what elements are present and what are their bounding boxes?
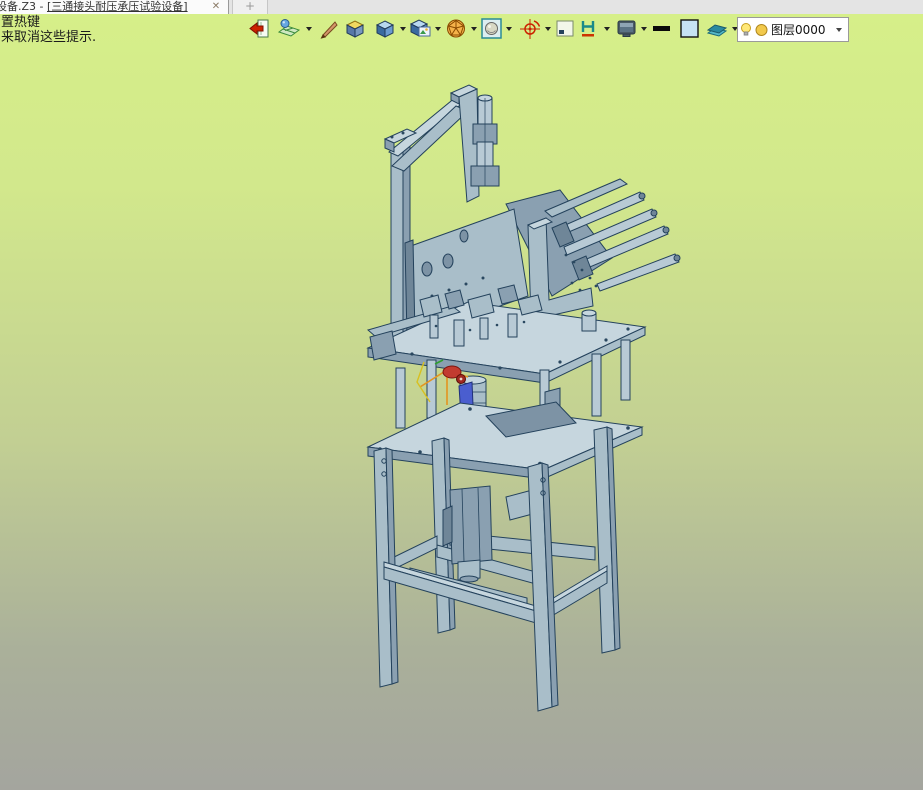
monitor-dropdown[interactable] <box>641 27 647 31</box>
tab-close-icon[interactable]: ✕ <box>209 0 223 14</box>
color-swatch-icon[interactable] <box>678 17 702 41</box>
brush-icon[interactable] <box>318 17 342 41</box>
cube-dropdown[interactable] <box>400 27 406 31</box>
bulb-icon <box>741 22 751 35</box>
document-tab-title: 设备.Z3 - [三通接头耐压承压试验设备] <box>0 0 188 13</box>
textured-cube-icon[interactable] <box>409 17 433 41</box>
render-mode-icon[interactable] <box>277 17 302 41</box>
hint-text: 置热键 来取消这些提示. <box>1 15 97 45</box>
document-tab[interactable]: 设备.Z3 - [三通接头耐压承压试验设备] ✕ <box>0 0 229 14</box>
exit-icon[interactable] <box>248 17 272 41</box>
render-mode-dropdown[interactable] <box>306 27 312 31</box>
line-width-icon[interactable] <box>650 17 674 41</box>
corner-box-icon[interactable] <box>554 17 578 41</box>
monitor-icon[interactable] <box>615 17 639 41</box>
wireframe-sphere-dropdown[interactable] <box>471 27 477 31</box>
cube-icon[interactable] <box>374 17 398 41</box>
layer-name: 图层0000 <box>771 23 826 37</box>
hint-line-1: 置热键 <box>1 15 41 30</box>
layer-color-icon <box>755 23 768 36</box>
layer-selector[interactable]: 图层0000 <box>737 17 849 42</box>
rotate-target-dropdown[interactable] <box>545 27 551 31</box>
textured-cube-dropdown[interactable] <box>435 27 441 31</box>
new-tab-button[interactable]: + <box>232 0 268 14</box>
sphere-preview-dropdown[interactable] <box>506 27 512 31</box>
cad-model[interactable] <box>366 84 681 712</box>
layer-dropdown-icon[interactable] <box>836 27 842 32</box>
layers-icon[interactable] <box>706 17 730 41</box>
sphere-preview-icon[interactable] <box>480 17 504 41</box>
shaded-box-icon[interactable] <box>344 17 368 41</box>
text-height-dropdown[interactable] <box>604 27 610 31</box>
viewport-3d[interactable]: 置热键 来取消这些提示. 图层0000 <box>0 14 923 790</box>
hint-line-2: 来取消这些提示. <box>1 29 97 45</box>
wireframe-sphere-icon[interactable] <box>445 17 469 41</box>
rotate-target-icon[interactable] <box>519 17 543 41</box>
tab-bar: 设备.Z3 - [三通接头耐压承压试验设备] ✕ + <box>0 0 923 14</box>
text-height-icon[interactable] <box>578 17 602 41</box>
cad-application-window: 设备.Z3 - [三通接头耐压承压试验设备] ✕ + 置热键 来取消这些提示. … <box>0 0 923 790</box>
cad-model-canvas[interactable] <box>0 14 923 790</box>
